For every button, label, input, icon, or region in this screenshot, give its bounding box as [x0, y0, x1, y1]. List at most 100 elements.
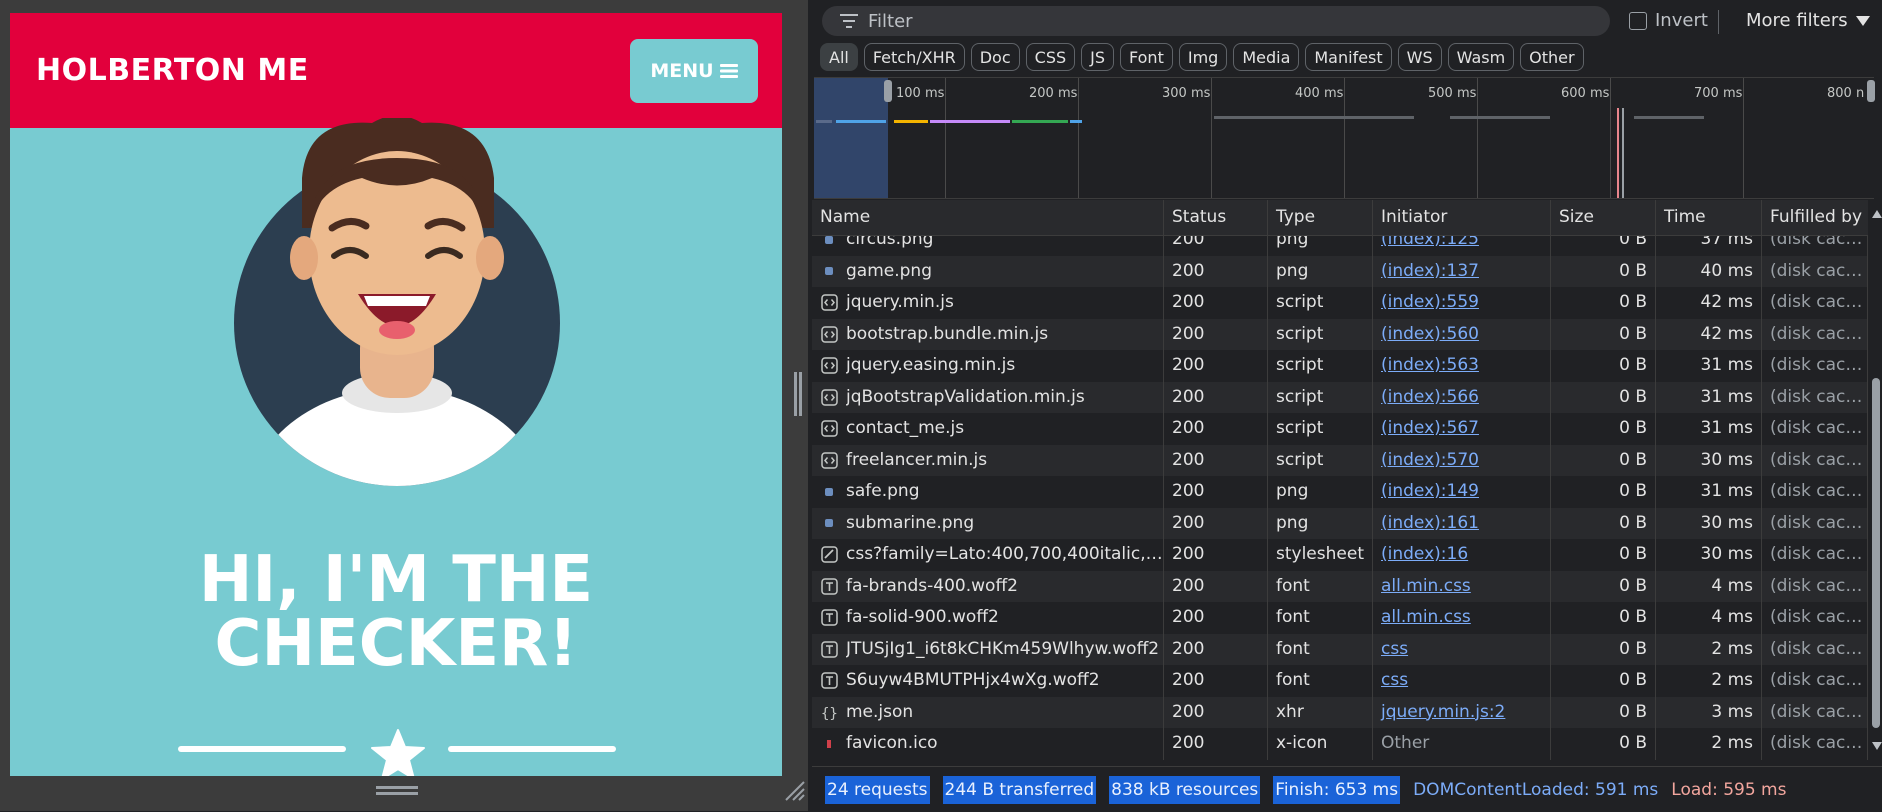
table-row[interactable]: fa-solid-900.woff2 200 font all.min.css 0 B4…	[812, 602, 1868, 634]
table-body: circus.png 200 png (index):125 0 B 37 ms (disk…	[812, 236, 1868, 766]
column-header-type[interactable]: Type	[1268, 200, 1373, 235]
type-filter-other[interactable]: Other	[1520, 43, 1584, 71]
type-filter-img[interactable]: Img	[1178, 43, 1228, 71]
overview-bar	[1070, 120, 1082, 123]
tick-label: 600 ms	[1561, 86, 1610, 101]
table-row[interactable]: jquery.easing.min.js 200 script (index):563…	[812, 350, 1868, 382]
scroll-up-arrow[interactable]	[1872, 210, 1882, 218]
request-name: contact_me.js	[812, 413, 1164, 445]
request-initiator[interactable]: (index):566	[1373, 381, 1551, 413]
table-row[interactable]: css?family=Lato:400,700,400italic,700...…	[812, 539, 1868, 571]
table-row[interactable]: circus.png 200 png (index):125 0 B 37 ms (disk…	[812, 236, 1868, 256]
request-fulfilled-by: (disk cache)	[1762, 507, 1868, 539]
request-initiator[interactable]: (index):567	[1373, 413, 1551, 445]
request-name: css?family=Lato:400,700,400italic,700...	[812, 539, 1164, 571]
request-initiator[interactable]: (index):137	[1373, 255, 1551, 287]
request-name-text: jquery.easing.min.js	[846, 355, 1016, 375]
scrollbar-thumb[interactable]	[1872, 378, 1880, 728]
image-icon	[820, 236, 838, 249]
type-filter-doc[interactable]: Doc	[970, 43, 1020, 71]
load-time: Load: 595 ms	[1671, 779, 1787, 800]
column-header-fulfilled-by[interactable]: Fulfilled by	[1762, 200, 1868, 235]
table-row[interactable]: jqBootstrapValidation.min.js 200 script (in…	[812, 381, 1868, 413]
image-icon	[820, 262, 838, 280]
request-name-text: safe.png	[846, 481, 920, 501]
request-initiator[interactable]: all.min.css	[1373, 570, 1551, 602]
timeline-overview[interactable]: 100 ms 200 ms 300 ms 400 ms 500 ms 600 m…	[814, 77, 1875, 199]
table-row[interactable]: S6uyw4BMUTPHjx4wXg.woff2 200 font css 0 B2 m…	[812, 665, 1868, 697]
table-row[interactable]: safe.png 200 png (index):149 0 B 31 ms (disk c…	[812, 476, 1868, 508]
table-row[interactable]: freelancer.min.js 200 script (index):570 0 B…	[812, 444, 1868, 476]
font-icon	[820, 640, 838, 658]
request-name: S6uyw4BMUTPHjx4wXg.woff2	[812, 665, 1164, 697]
tick-label: 700 ms	[1694, 86, 1743, 101]
image-icon	[820, 483, 838, 501]
filter-input[interactable]: Filter	[822, 6, 1610, 36]
request-initiator[interactable]: (index):16	[1373, 539, 1551, 571]
menu-button[interactable]: MENU	[630, 39, 758, 103]
request-initiator[interactable]: (index):560	[1373, 318, 1551, 350]
scroll-down-arrow[interactable]	[1872, 742, 1882, 750]
type-filter-font[interactable]: Font	[1120, 43, 1173, 71]
request-status: 200	[1164, 539, 1268, 571]
request-initiator[interactable]: (index):161	[1373, 507, 1551, 539]
column-header-name[interactable]: Name	[812, 200, 1164, 235]
request-fulfilled-by: (disk cache)	[1762, 236, 1868, 256]
request-initiator[interactable]: css	[1373, 665, 1551, 697]
table-row[interactable]: submarine.png 200 png (index):161 0 B 30 ms (d…	[812, 507, 1868, 539]
request-initiator[interactable]: (index):149	[1373, 476, 1551, 508]
hero-title: HI, I'M THE CHECKER!	[10, 548, 782, 676]
request-initiator[interactable]: css	[1373, 633, 1551, 665]
request-type: script	[1268, 444, 1373, 476]
request-initiator[interactable]: (index):563	[1373, 350, 1551, 382]
more-filters-dropdown[interactable]: More filters	[1746, 10, 1870, 31]
request-initiator[interactable]: (index):125	[1373, 236, 1551, 256]
request-fulfilled-by: (disk cache)	[1762, 696, 1868, 728]
overview-handle-left[interactable]	[884, 80, 892, 102]
column-header-size[interactable]: Size	[1551, 200, 1656, 235]
overview-selection[interactable]	[814, 78, 888, 198]
type-filter-all[interactable]: All	[820, 43, 858, 71]
request-name-text: jquery.min.js	[846, 292, 954, 312]
request-initiator[interactable]: (index):559	[1373, 287, 1551, 319]
table-row[interactable]: jquery.min.js 200 script (index):559 0 B 42 m…	[812, 287, 1868, 319]
request-name: {} me.json	[812, 696, 1164, 728]
split-resize-handle[interactable]	[792, 372, 804, 416]
request-name: fa-solid-900.woff2	[812, 602, 1164, 634]
table-row[interactable]: game.png 200 png (index):137 0 B 40 ms (disk c…	[812, 255, 1868, 287]
column-header-time[interactable]: Time	[1656, 200, 1762, 235]
corner-resize-grip-icon[interactable]	[784, 780, 806, 802]
request-initiator[interactable]: (index):570	[1373, 444, 1551, 476]
request-name-text: fa-solid-900.woff2	[846, 607, 999, 627]
type-filter-wasm[interactable]: Wasm	[1447, 43, 1515, 71]
type-filter-js[interactable]: JS	[1081, 43, 1114, 71]
divider-line-right	[448, 746, 616, 752]
type-filter-ws[interactable]: WS	[1397, 43, 1442, 71]
request-initiator[interactable]: jquery.min.js:2	[1373, 696, 1551, 728]
table-row[interactable]: favicon.ico 200 x-icon Other 0 B2 ms (disk ca…	[812, 728, 1868, 760]
page-viewport: HOLBERTON ME MENU HI, I'M THE CHECKER!	[10, 13, 782, 776]
type-filter-manifest[interactable]: Manifest	[1305, 43, 1392, 71]
invert-label[interactable]: Invert	[1655, 10, 1708, 31]
type-filter-css[interactable]: CSS	[1025, 43, 1076, 71]
column-header-initiator[interactable]: Initiator	[1373, 200, 1551, 235]
overview-handle-right[interactable]	[1867, 80, 1875, 102]
table-row[interactable]: bootstrap.bundle.min.js 200 script (index):…	[812, 318, 1868, 350]
dom-content-loaded-time: DOMContentLoaded: 591 ms	[1413, 779, 1659, 800]
vertical-resize-handle[interactable]	[376, 784, 418, 798]
table-row[interactable]: fa-brands-400.woff2 200 font all.min.css 0 B…	[812, 570, 1868, 602]
table-header: Name Status Type Initiator Size Time Ful…	[812, 200, 1868, 236]
table-row[interactable]: contact_me.js 200 script (index):567 0 B 31 m…	[812, 413, 1868, 445]
type-filter-media[interactable]: Media	[1233, 43, 1300, 71]
invert-checkbox[interactable]	[1629, 12, 1647, 30]
request-type: script	[1268, 350, 1373, 382]
request-size: 0 B	[1551, 507, 1656, 539]
request-initiator[interactable]: all.min.css	[1373, 602, 1551, 634]
type-filter-fetch-xhr[interactable]: Fetch/XHR	[863, 43, 965, 71]
site-brand[interactable]: HOLBERTON ME	[36, 53, 309, 88]
font-icon	[820, 609, 838, 627]
column-header-status[interactable]: Status	[1164, 200, 1268, 235]
table-row[interactable]: JTUSjIg1_i6t8kCHKm459Wlhyw.woff2 200 font c…	[812, 633, 1868, 665]
tick-line	[1211, 78, 1212, 198]
table-row[interactable]: {} me.json 200 xhr jquery.min.js:2 0 B3 ms (di…	[812, 696, 1868, 728]
